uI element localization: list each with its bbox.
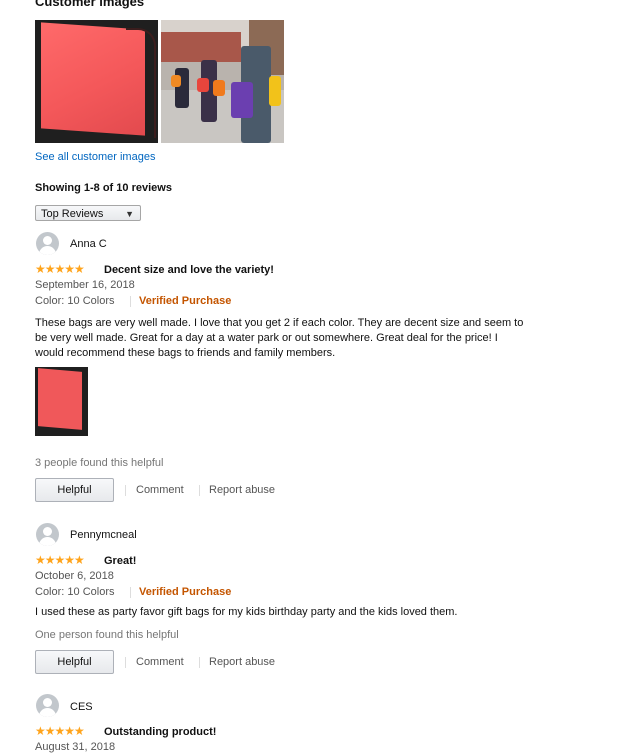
comment-link[interactable]: Comment	[136, 484, 184, 496]
verified-purchase-badge: Verified Purchase	[139, 586, 232, 598]
sort-selected-value: Top Reviews	[41, 208, 104, 220]
divider	[199, 485, 200, 496]
review-color-variant[interactable]: Color: 10 Colors	[35, 295, 114, 307]
divider	[130, 296, 131, 307]
review-body-line: These bags are very well made. I love th…	[35, 317, 524, 329]
helpful-count-text: One person found this helpful	[35, 629, 179, 641]
comment-link[interactable]: Comment	[136, 656, 184, 668]
review-body-line: would recommend these bags to friends an…	[35, 347, 336, 359]
review-title[interactable]: Great!	[104, 555, 136, 567]
sort-reviews-dropdown[interactable]: Top Reviews ▼	[35, 205, 141, 221]
review-author[interactable]: Anna C	[70, 238, 107, 250]
divider	[125, 657, 126, 668]
review-image-thumbnail[interactable]	[35, 367, 88, 436]
helpful-button[interactable]: Helpful	[35, 478, 114, 502]
report-abuse-link[interactable]: Report abuse	[209, 484, 275, 496]
helpful-count-text: 3 people found this helpful	[35, 457, 164, 469]
verified-purchase-badge: Verified Purchase	[139, 295, 232, 307]
star-rating-icon[interactable]: ★★★★★	[35, 724, 85, 738]
customer-image-thumbnail-1[interactable]	[35, 20, 158, 143]
avatar	[36, 232, 59, 255]
review-author[interactable]: CES	[70, 701, 93, 713]
divider	[199, 657, 200, 668]
review-date: October 6, 2018	[35, 570, 114, 582]
customer-images-title: Customer images	[35, 0, 145, 9]
review-date: September 16, 2018	[35, 279, 135, 291]
divider	[125, 485, 126, 496]
customer-image-thumbnail-2[interactable]	[161, 20, 284, 143]
avatar	[36, 523, 59, 546]
review-author[interactable]: Pennymcneal	[70, 529, 137, 541]
see-all-customer-images-link[interactable]: See all customer images	[35, 151, 155, 163]
review-color-variant[interactable]: Color: 10 Colors	[35, 586, 114, 598]
review-date: August 31, 2018	[35, 741, 116, 753]
review-title[interactable]: Outstanding product!	[104, 726, 216, 738]
divider	[130, 587, 131, 598]
review-body-line: I used these as party favor gift bags fo…	[35, 606, 458, 618]
helpful-button[interactable]: Helpful	[35, 650, 114, 674]
avatar	[36, 694, 59, 717]
star-rating-icon[interactable]: ★★★★★	[35, 553, 85, 567]
reviews-count-text: Showing 1-8 of 10 reviews	[35, 182, 172, 194]
review-body-line: be very well made. Great for a day at a …	[35, 332, 498, 344]
report-abuse-link[interactable]: Report abuse	[209, 656, 275, 668]
chevron-down-icon: ▼	[125, 209, 134, 219]
review-title[interactable]: Decent size and love the variety!	[104, 264, 274, 276]
star-rating-icon[interactable]: ★★★★★	[35, 262, 85, 276]
